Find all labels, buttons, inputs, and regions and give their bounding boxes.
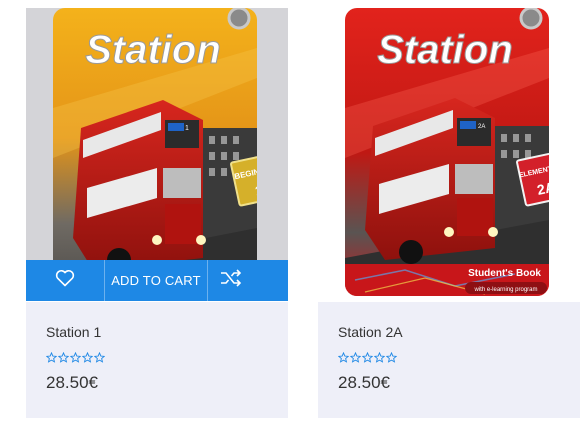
- compare-button[interactable]: [208, 260, 288, 301]
- product-info: Station 1 28.50€: [26, 302, 288, 418]
- product-price: 28.50€: [338, 373, 390, 392]
- product-title[interactable]: Station 1: [46, 324, 101, 340]
- svg-text:Station: Station: [377, 28, 513, 72]
- heart-outline-icon: [55, 269, 75, 292]
- book-cover-image[interactable]: 2A ELEMENTARY 2A Student's Book with e-l…: [345, 8, 549, 296]
- star-outline-icon: [70, 352, 81, 363]
- product-image-area[interactable]: 2A ELEMENTARY 2A Student's Book with e-l…: [318, 8, 580, 300]
- svg-text:1: 1: [185, 125, 189, 132]
- svg-text:with e-learning program: with e-learning program: [473, 287, 537, 293]
- svg-text:Student's Book: Student's Book: [468, 268, 541, 279]
- product-price: 28.50€: [46, 373, 98, 392]
- add-to-cart-button[interactable]: ADD TO CART: [105, 260, 208, 301]
- add-to-cart-label: ADD TO CART: [111, 273, 201, 288]
- wishlist-button[interactable]: [26, 260, 105, 301]
- star-outline-icon: [46, 352, 57, 363]
- star-outline-icon: [82, 352, 93, 363]
- shuffle-icon: [220, 269, 242, 292]
- product-info: Station 2A 28.50€: [318, 302, 580, 418]
- rating-stars: [46, 352, 105, 363]
- star-outline-icon: [58, 352, 69, 363]
- svg-text:Station: Station: [85, 28, 221, 72]
- star-outline-icon: [350, 352, 361, 363]
- product-card-station-1: 1 BEGINNER 1 Station ADD TO CART Station…: [26, 0, 288, 418]
- svg-text:2A: 2A: [536, 179, 549, 198]
- star-outline-icon: [362, 352, 373, 363]
- star-outline-icon: [374, 352, 385, 363]
- rating-stars: [338, 352, 397, 363]
- book-cover-image[interactable]: 1 BEGINNER 1 Station: [53, 8, 257, 296]
- product-image-area[interactable]: 1 BEGINNER 1 Station: [26, 8, 288, 300]
- star-outline-icon: [94, 352, 105, 363]
- star-outline-icon: [386, 352, 397, 363]
- svg-text:2A: 2A: [478, 124, 485, 130]
- product-action-bar: ADD TO CART: [26, 260, 288, 301]
- product-title[interactable]: Station 2A: [338, 324, 403, 340]
- star-outline-icon: [338, 352, 349, 363]
- product-card-station-2a: 2A ELEMENTARY 2A Student's Book with e-l…: [318, 0, 580, 418]
